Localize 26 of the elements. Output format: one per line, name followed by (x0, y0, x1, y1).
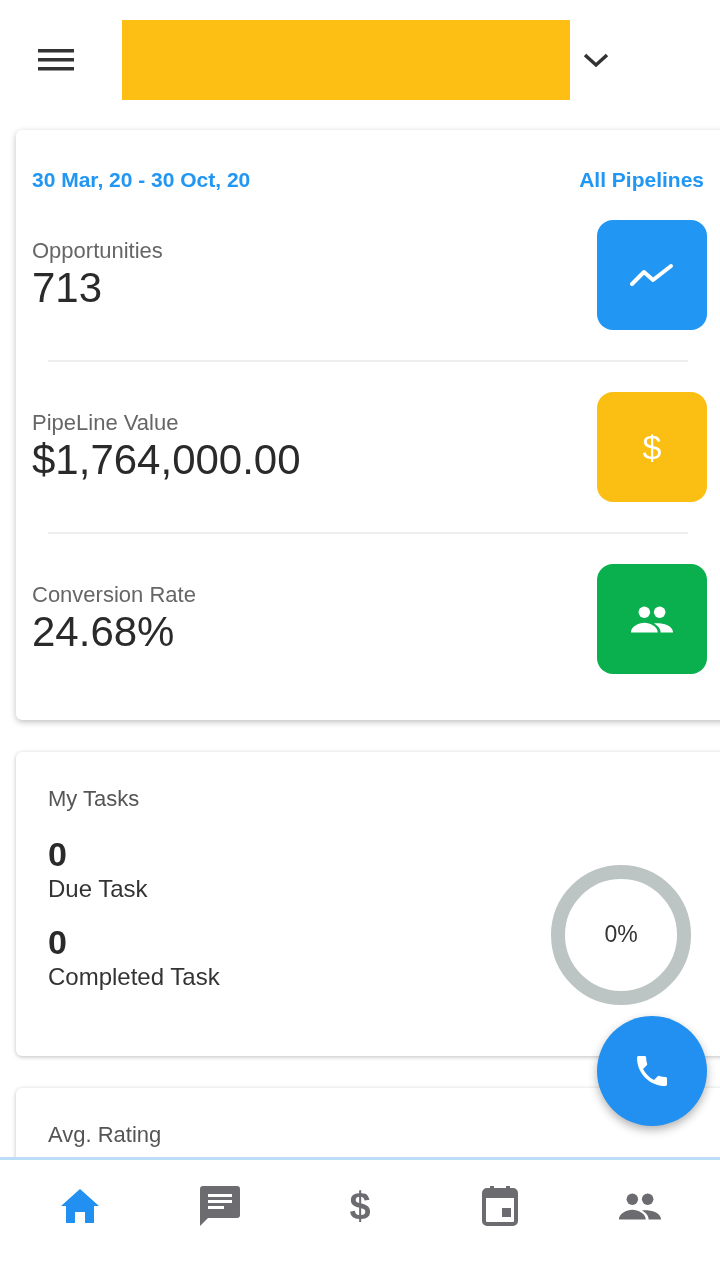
stat-label: PipeLine Value (32, 409, 180, 436)
stat-value: 24.68% (32, 607, 176, 656)
line-chart-icon (629, 261, 675, 288)
dollar-icon: $ (642, 429, 662, 464)
date-range-link[interactable]: 30 Mar, 20 - 30 Oct, 20 (32, 164, 251, 196)
chat-icon (200, 1186, 240, 1226)
dollar-icon: $ (349, 1187, 371, 1225)
people-icon (629, 604, 675, 633)
calendar-icon (482, 1186, 518, 1226)
tasks-title: My Tasks (48, 785, 141, 812)
task-label: Due Task (48, 873, 149, 904)
task-label: Completed Task (48, 961, 221, 992)
rating-title: Avg. Rating (48, 1121, 163, 1148)
home-icon (61, 1189, 99, 1223)
progress-reading: 0% (604, 920, 638, 950)
stat-value: $1,764,000.00 (32, 435, 301, 484)
stat-label: Conversion Rate (32, 581, 196, 608)
stat-label: Opportunities (32, 237, 163, 264)
people-icon (617, 1192, 663, 1220)
task-count: 0 (48, 921, 68, 962)
pipeline-filter-link[interactable]: All Pipelines (579, 164, 704, 196)
chevron-down-icon (582, 51, 610, 69)
stat-value: 713 (32, 263, 104, 312)
task-count: 0 (48, 833, 68, 874)
menu-icon (38, 48, 74, 72)
nav-tab[interactable]: $ (320, 1182, 400, 1230)
